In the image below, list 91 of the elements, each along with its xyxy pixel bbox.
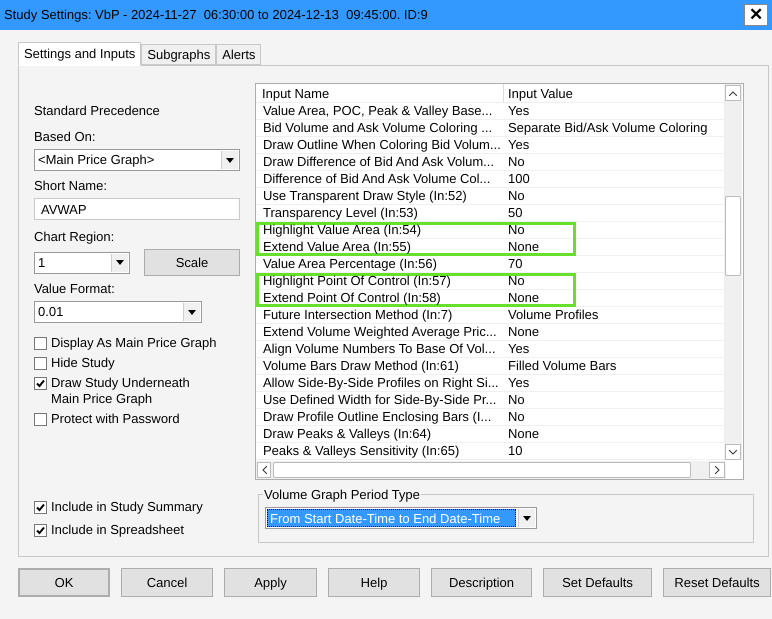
checkbox[interactable] (34, 524, 47, 537)
table-cell-text: Value Area, POC, Peak & Valley Base... (262, 103, 494, 119)
caret-icon (518, 509, 535, 527)
table-cell-text: Peaks & Valleys Sensitivity (In:65) (262, 443, 460, 459)
tab[interactable]: Alerts (216, 44, 262, 65)
table-cell-text: Future Intersection Method (In:7) (262, 307, 454, 323)
table-cell-text: Yes (507, 341, 530, 357)
table-cell-text: None (507, 239, 540, 256)
table-cell-text: 100 (507, 171, 531, 187)
table-cell-text: Transparency Level (In:53) (262, 205, 419, 221)
window-title: Study Settings: VbP - 2024-11-27 06:30:00 to 2024-12-13 09:45:00. ID:9 (4, 6, 428, 24)
label: Chart Region: (34, 228, 114, 246)
checkbox-label: Display As Main Price Graph (51, 335, 216, 351)
vertical-scrollbar[interactable] (724, 84, 742, 460)
table-cell-text: Extend Volume Weighted Average Pric... (262, 324, 498, 340)
dialog-button[interactable]: OK (18, 568, 110, 597)
scroll-thumb[interactable] (725, 196, 741, 276)
table-cell-text: Difference of Bid And Ask Volume Col... (262, 171, 492, 187)
dialog-button[interactable]: Help (328, 568, 420, 597)
scale-button[interactable]: Scale (144, 249, 240, 276)
dialog-button[interactable]: Cancel (121, 568, 213, 597)
scroll-right-icon[interactable] (709, 462, 725, 478)
dialog-button[interactable]: Apply (224, 568, 317, 597)
table-cell-text: Extend Value Area (In:55) (262, 239, 412, 256)
dropdown[interactable]: 1 (34, 252, 130, 274)
checkbox-label: Include in Study Summary (51, 499, 203, 515)
scroll-thumb[interactable] (273, 462, 691, 478)
checkbox[interactable] (34, 501, 47, 514)
checkbox[interactable] (34, 377, 47, 390)
caret-icon (221, 151, 238, 169)
group-label: Volume Graph Period Type (263, 487, 421, 502)
table-cell-text: No (507, 222, 526, 239)
label: Short Name: (34, 177, 107, 195)
table-cell-text: Align Volume Numbers To Base Of Vol... (262, 341, 496, 357)
label: Based On: (34, 128, 96, 146)
scroll-up-icon[interactable] (725, 85, 741, 101)
table-cell-text: Volume Bars Draw Method (In:61) (262, 358, 460, 374)
dialog-button[interactable]: Description (431, 568, 532, 597)
caret-icon (183, 303, 200, 321)
table-cell-text: No (507, 392, 526, 408)
table-cell-text: Highlight Value Area (In:54) (262, 222, 422, 239)
column-header[interactable]: Input Value (504, 84, 724, 102)
text-field[interactable]: AVWAP (34, 198, 240, 220)
table-cell-text: Yes (507, 375, 530, 391)
table-cell-text: None (507, 290, 540, 307)
table-cell-text: Value Area Percentage (In:56) (262, 256, 438, 272)
label: Standard Precedence (34, 102, 160, 120)
table-cell-text: No (507, 409, 526, 425)
checkbox-label: Include in Spreadsheet (51, 522, 184, 538)
checkbox-label: Protect with Password (51, 411, 181, 427)
table-cell-text: Separate Bid/Ask Volume Coloring (507, 120, 708, 136)
tab[interactable]: Subgraphs (141, 44, 216, 65)
table-cell-text: Draw Outline When Coloring Bid Volum... (262, 137, 502, 153)
table-cell-text: No (507, 188, 526, 204)
dialog-button[interactable]: Reset Defaults (663, 568, 771, 597)
table-cell-text: Use Defined Width for Side-By-Side Pr... (262, 392, 498, 408)
table-cell-text: Extend Point Of Control (In:58) (262, 290, 442, 307)
table-cell-text: Yes (507, 137, 530, 153)
table-cell-text: 50 (507, 205, 524, 221)
dialog-button[interactable]: Set Defaults (543, 568, 652, 597)
table-cell-text: No (507, 154, 526, 170)
tab[interactable]: Settings and Inputs (18, 42, 142, 66)
caret-icon (111, 254, 128, 272)
table-cell-text: None (507, 426, 540, 442)
label: Value Format: (34, 280, 115, 298)
checkbox[interactable] (34, 337, 47, 350)
table-cell-text: Draw Peaks & Valleys (In:64) (262, 426, 432, 442)
table-cell-text: Draw Profile Outline Enclosing Bars (I... (262, 409, 492, 425)
table-cell-text: Volume Profiles (507, 307, 600, 323)
dropdown[interactable]: 0.01 (34, 301, 202, 323)
table-cell-text: Yes (507, 103, 530, 119)
checkbox-label: Hide Study (51, 355, 116, 371)
scroll-down-icon[interactable] (725, 444, 741, 460)
checkbox[interactable] (34, 413, 47, 426)
table-cell-text: 70 (507, 256, 524, 272)
table-cell-text: Use Transparent Draw Style (In:52) (262, 188, 468, 204)
table-cell-text: No (507, 273, 526, 290)
close-button[interactable]: ✕ (744, 4, 768, 26)
scroll-left-icon[interactable] (257, 462, 271, 478)
table-cell-text: 10 (507, 443, 524, 459)
table-cell-text: Bid Volume and Ask Volume Coloring ... (262, 120, 494, 136)
table-cell-text: Filled Volume Bars (507, 358, 618, 374)
table-cell-text: Draw Difference of Bid And Ask Volum... (262, 154, 495, 170)
table-cell-text: None (507, 324, 540, 340)
table-cell-text: Allow Side-By-Side Profiles on Right Si... (262, 375, 500, 391)
checkbox-label: Draw Study Underneath Main Price Graph (51, 375, 191, 407)
horizontal-scrollbar[interactable] (256, 461, 726, 479)
column-header[interactable]: Input Name (256, 84, 504, 102)
table-cell-text: Highlight Point Of Control (In:57) (262, 273, 452, 290)
dropdown[interactable]: <Main Price Graph> (34, 149, 240, 171)
checkbox[interactable] (34, 357, 47, 370)
